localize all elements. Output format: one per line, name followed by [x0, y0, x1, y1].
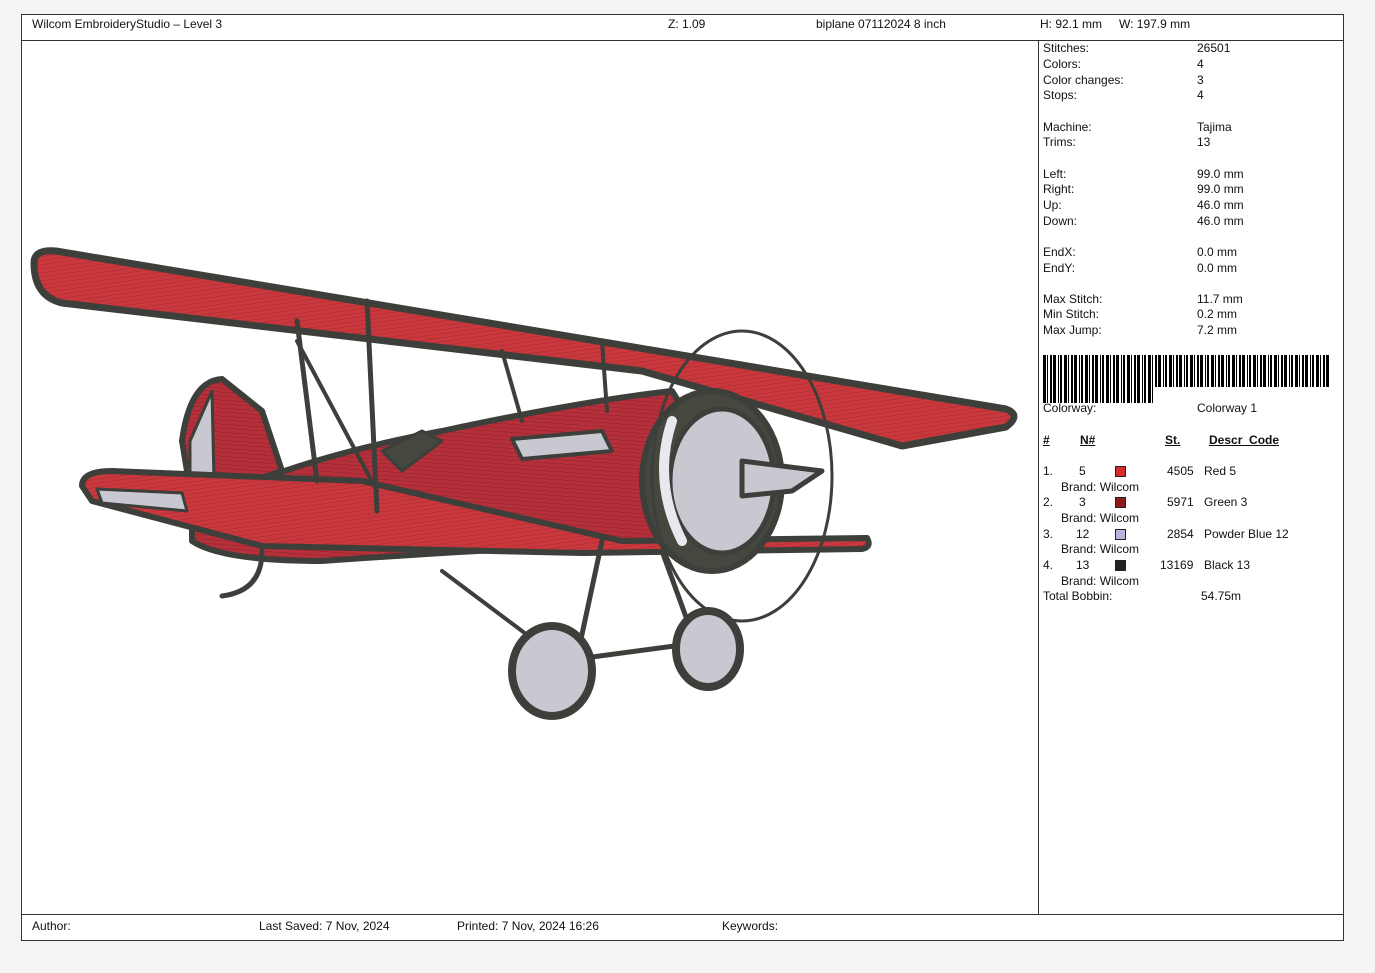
stat-label: EndX: [1043, 245, 1076, 259]
stat-value: 13 [1197, 135, 1211, 149]
propeller-spinner [739, 458, 825, 499]
stat-label: Min Stitch: [1043, 307, 1100, 321]
thread-index: 2. [1043, 495, 1054, 509]
design-info-panel: Stitches: 26501 Colors: 4 Color changes: 3 … [1039, 41, 1344, 914]
design-height: H: 92.1 mm [1040, 17, 1103, 31]
thread-descr: Red 5 [1204, 464, 1237, 478]
stat-label: Left: [1043, 167, 1067, 181]
thread-number: 5 [1079, 464, 1086, 478]
thread-color-swatch [1115, 466, 1126, 477]
wing-strut-4 [500, 349, 524, 423]
thread-descr: Black 13 [1204, 558, 1251, 572]
thread-number: 3 [1079, 495, 1086, 509]
biplane-embroidery-artwork [30, 247, 1018, 720]
thread-stitches: 4505 [1167, 464, 1194, 478]
stat-value: 7.2 mm [1197, 323, 1238, 337]
stat-value: 99.0 mm [1197, 167, 1244, 181]
thread-color-swatch [1115, 497, 1126, 508]
stat-value: 4 [1197, 88, 1204, 102]
front-wheel [672, 607, 744, 691]
thread-number: 12 [1076, 527, 1090, 541]
thread-brand: Brand: Wilcom [1061, 542, 1140, 556]
thread-stitches: 13169 [1160, 558, 1194, 572]
print-preview-sheet: Wilcom EmbroideryStudio – Level 3 Z: 1.0… [21, 14, 1344, 941]
col-header-stitches: St. [1165, 433, 1181, 447]
stat-label: Right: [1043, 182, 1075, 196]
thread-stitches: 2854 [1167, 527, 1194, 541]
colorway-label: Colorway: [1043, 401, 1097, 415]
col-header-descr: Descr_Code [1209, 433, 1280, 447]
stat-value: 46.0 mm [1197, 198, 1244, 212]
thread-brand: Brand: Wilcom [1061, 574, 1140, 588]
total-bobbin-value: 54.75m [1201, 589, 1242, 603]
thread-brand: Brand: Wilcom [1061, 511, 1140, 525]
stat-label: Down: [1043, 214, 1078, 228]
thread-descr: Green 3 [1204, 495, 1248, 509]
stat-label: Machine: [1043, 120, 1092, 134]
stat-value: 46.0 mm [1197, 214, 1244, 228]
design-width: W: 197.9 mm [1119, 17, 1191, 31]
app-title: Wilcom EmbroideryStudio – Level 3 [32, 17, 223, 31]
stat-label: EndY: [1043, 261, 1076, 275]
printed-date: Printed: 7 Nov, 2024 16:26 [457, 919, 599, 933]
thread-index: 3. [1043, 527, 1054, 541]
thread-index: 1. [1043, 464, 1054, 478]
design-canvas [22, 41, 1038, 914]
stat-label: Color changes: [1043, 73, 1124, 87]
stat-value: 0.0 mm [1197, 245, 1238, 259]
thread-color-swatch [1115, 529, 1126, 540]
stat-label: Trims: [1043, 135, 1076, 149]
author-label: Author: [32, 919, 71, 933]
barcode-image [1043, 355, 1329, 403]
col-header-num: # [1043, 433, 1050, 447]
colorway-value: Colorway 1 [1197, 401, 1258, 415]
zoom-readout: Z: 1.09 [668, 17, 706, 31]
stat-value: 4 [1197, 57, 1204, 71]
thread-stitches: 5971 [1167, 495, 1194, 509]
stat-value: 0.2 mm [1197, 307, 1238, 321]
thread-index: 4. [1043, 558, 1054, 572]
thread-number: 13 [1076, 558, 1090, 572]
stat-label: Colors: [1043, 57, 1082, 71]
main-wheel [508, 622, 596, 720]
thread-brand: Brand: Wilcom [1061, 480, 1140, 494]
stat-label: Max Stitch: [1043, 292, 1103, 306]
stat-value: 99.0 mm [1197, 182, 1244, 196]
stat-label: Stitches: [1043, 41, 1090, 55]
last-saved: Last Saved: 7 Nov, 2024 [259, 919, 390, 933]
footer-divider [22, 914, 1343, 915]
stat-value: Tajima [1197, 120, 1232, 134]
design-name: biplane 07112024 8 inch [816, 17, 946, 31]
stat-label: Max Jump: [1043, 323, 1102, 337]
total-bobbin-label: Total Bobbin: [1043, 589, 1113, 603]
keywords-label: Keywords: [722, 919, 779, 933]
col-header-n: N# [1080, 433, 1096, 447]
stat-value: 0.0 mm [1197, 261, 1238, 275]
stat-value: 26501 [1197, 41, 1231, 55]
stat-value: 11.7 mm [1197, 292, 1243, 306]
stat-label: Up: [1043, 198, 1062, 212]
thread-descr: Powder Blue 12 [1204, 527, 1289, 541]
stat-label: Stops: [1043, 88, 1078, 102]
stat-value: 3 [1197, 73, 1204, 87]
thread-color-swatch [1115, 560, 1126, 571]
